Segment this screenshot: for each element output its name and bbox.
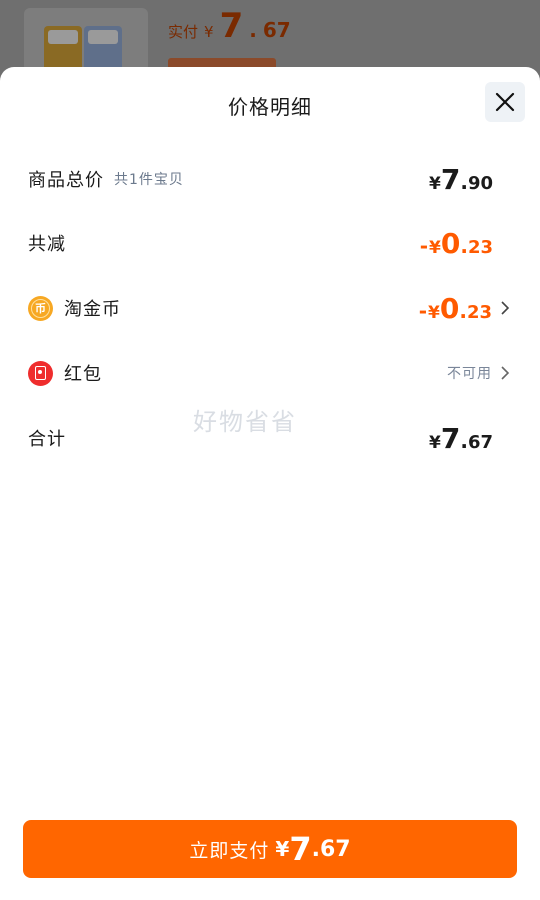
snack-pack-image	[44, 26, 82, 72]
minus-sign: -	[419, 233, 428, 258]
red-packet-status: 不可用	[447, 366, 492, 382]
price-detail-sheet: 价格明细 商品总价 共1件宝贝 ¥7.90 共减 -¥0.23 币 淘金币	[0, 67, 540, 900]
red-packet-label: 红包	[64, 364, 102, 385]
currency-symbol: ¥	[429, 432, 441, 453]
coin-glyph: 币	[31, 298, 50, 318]
amount-dec: 23	[467, 236, 493, 258]
amount-dec: 90	[467, 172, 493, 194]
sheet-title: 价格明细	[228, 95, 312, 119]
amount-dec: 67	[467, 431, 493, 453]
amount-dot: .	[460, 233, 468, 258]
chevron-right-icon	[498, 366, 512, 380]
amount-dot: .	[460, 428, 468, 453]
pay-int: 7	[289, 830, 312, 868]
total-discount-amount: - ¥0. 23	[420, 227, 493, 260]
coin-icon: 币	[28, 295, 53, 321]
amount-int: 7	[440, 421, 461, 455]
goods-total-label: 商品总价	[28, 170, 104, 191]
amount-dot: .	[460, 169, 468, 194]
pay-button-label: 立即支付	[189, 839, 270, 862]
taojinbi-label: 淘金币	[64, 299, 121, 320]
red-packet-icon	[28, 360, 53, 386]
taojinbi-row[interactable]: 币 淘金币 - ¥0. 23	[28, 288, 512, 328]
snack-pack-image	[84, 26, 122, 72]
currency-symbol: ¥	[428, 302, 440, 323]
pay-currency: ¥	[275, 837, 290, 861]
goods-total-row: 商品总价 共1件宝贝 ¥7. 90	[28, 159, 512, 199]
paid-label: 实付	[168, 23, 199, 41]
paid-dot: .	[249, 18, 257, 42]
close-button[interactable]	[485, 82, 525, 122]
amount-int: 7	[440, 162, 461, 196]
watermark-text: 好物省省	[193, 408, 297, 436]
currency-symbol: ¥	[429, 237, 441, 258]
amount-int: 0	[440, 226, 461, 260]
item-count-label: 共1件宝贝	[114, 172, 184, 188]
amount-dec: 23	[466, 301, 492, 323]
taojinbi-amount: - ¥0. 23	[419, 292, 492, 325]
pay-dot: .	[311, 836, 320, 862]
paid-int: 7	[219, 6, 244, 46]
product-thumbnail	[24, 8, 148, 72]
amount-int: 0	[439, 291, 460, 325]
minus-sign: -	[418, 298, 427, 323]
pay-now-button[interactable]: 立即支付 ¥7. 67	[23, 820, 517, 878]
paid-currency: ¥	[204, 23, 214, 41]
pay-dec: 67	[319, 836, 351, 862]
total-discount-label: 共减	[28, 234, 66, 255]
paid-dec: 67	[262, 18, 291, 42]
red-packet-row[interactable]: 红包 不可用	[28, 353, 512, 393]
currency-symbol: ¥	[429, 173, 441, 194]
goods-total-amount: ¥7. 90	[429, 163, 493, 196]
sum-amount: ¥7. 67	[429, 422, 493, 455]
sum-label: 合计	[28, 429, 66, 450]
amount-dot: .	[459, 298, 467, 323]
background-paid-price: 实付 ¥ 7. 67	[168, 6, 291, 46]
close-icon	[495, 92, 515, 112]
chevron-right-icon	[498, 301, 512, 315]
total-discount-row: 共减 - ¥0. 23	[28, 223, 512, 263]
